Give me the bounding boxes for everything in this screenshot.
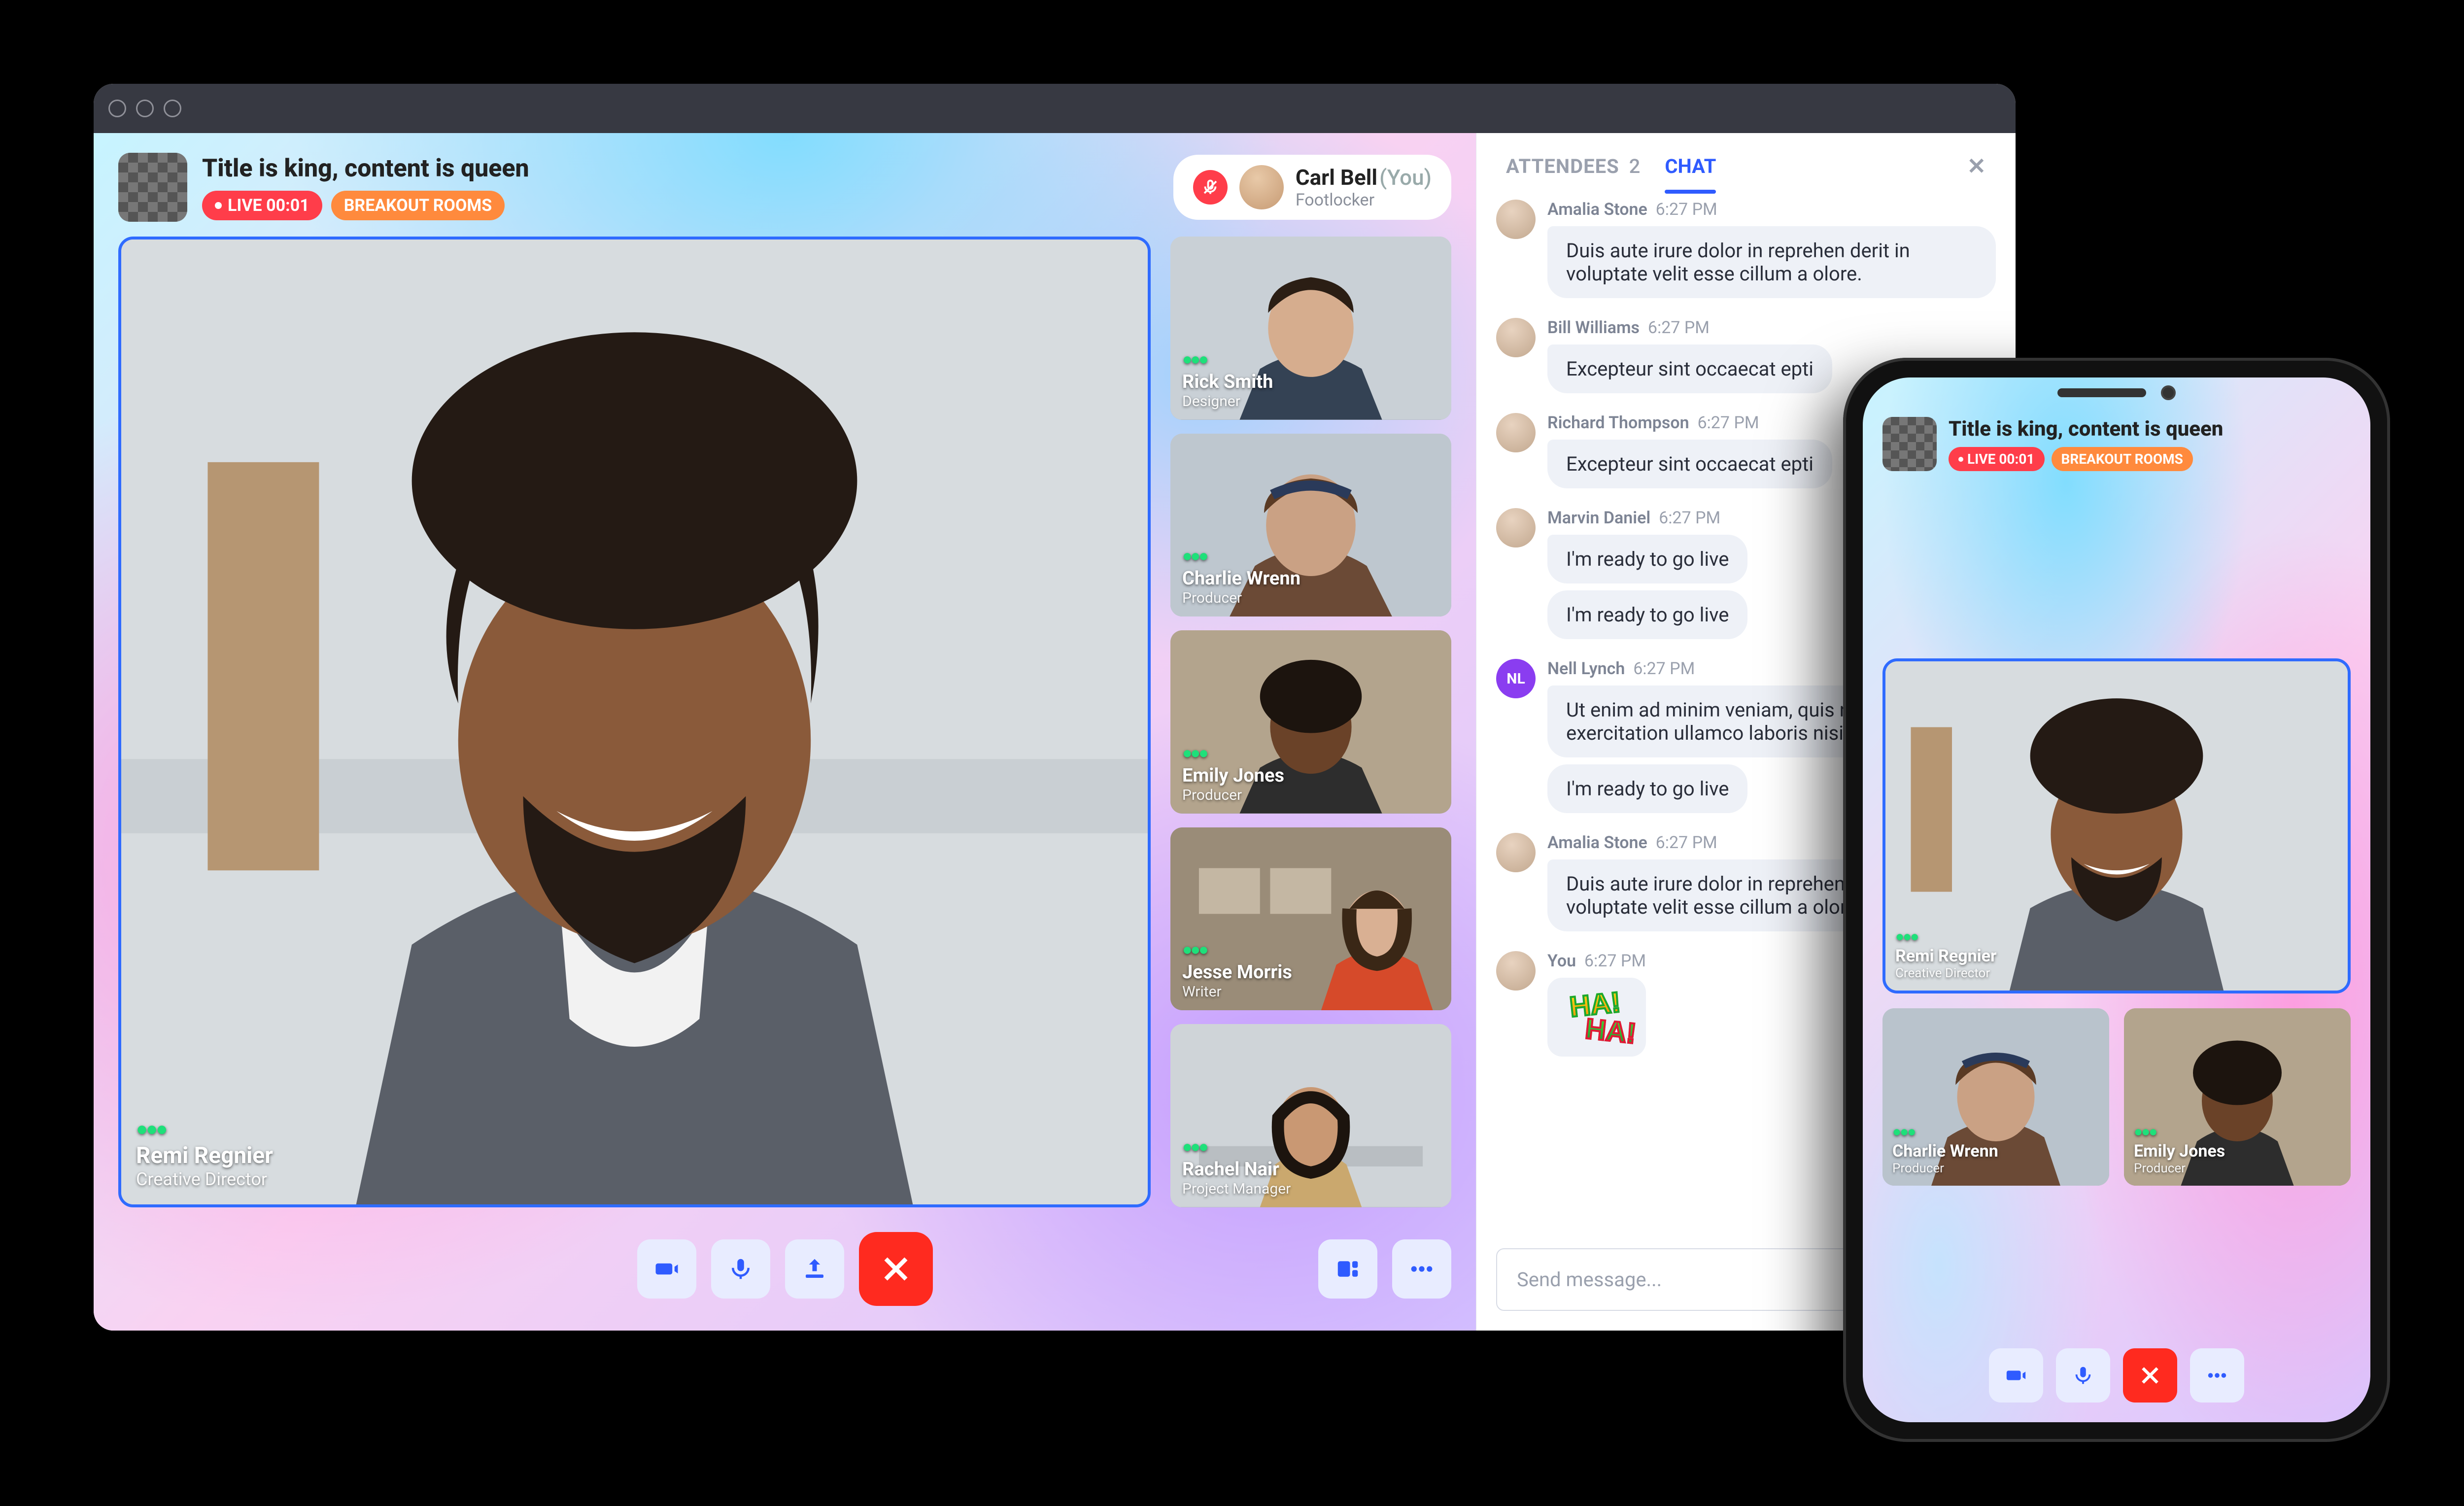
tab-attendees[interactable]: ATTENDEES 2 xyxy=(1506,155,1640,178)
tile-role: Designer xyxy=(1182,393,1273,410)
chat-avatar xyxy=(1496,318,1536,357)
attendee-count: 2 xyxy=(1629,155,1641,178)
chat-author: Amalia Stone xyxy=(1547,200,1647,219)
chat-avatar xyxy=(1496,413,1536,452)
mic-toggle-button[interactable] xyxy=(711,1239,770,1299)
tile-name: Jesse Morris xyxy=(1182,961,1292,983)
chat-bubble: Excepteur sint occaecat epti xyxy=(1547,344,1832,393)
mobile-more-button[interactable] xyxy=(2190,1348,2244,1403)
chat-time: 6:27 PM xyxy=(1697,413,1759,433)
live-dot-icon xyxy=(215,202,222,209)
room-title: Title is king, content is queen xyxy=(202,154,1159,183)
window-close-dot[interactable] xyxy=(108,100,126,117)
video-tile-main[interactable]: ●●● Remi Regnier Creative Director xyxy=(118,237,1151,1207)
more-options-button[interactable] xyxy=(1392,1239,1451,1299)
tab-chat[interactable]: CHAT xyxy=(1665,155,1716,178)
tile-name: Rick Smith xyxy=(1182,371,1273,393)
self-name: Carl Bell xyxy=(1296,165,1377,190)
mobile-room-title: Title is king, content is queen xyxy=(1949,417,2223,441)
mobile-video-tile-main[interactable]: ●●●Remi RegnierCreative Director xyxy=(1882,658,2351,993)
chat-author: Richard Thompson xyxy=(1547,413,1689,433)
chat-avatar xyxy=(1496,200,1536,239)
tile-name: Remi Regnier xyxy=(136,1142,273,1169)
tile-role: Creative Director xyxy=(136,1169,273,1190)
chat-time: 6:27 PM xyxy=(1656,833,1717,853)
window-titlebar xyxy=(94,84,2016,133)
mobile-breakout-badge[interactable]: BREAKOUT ROOMS xyxy=(2052,447,2193,471)
breakout-badge[interactable]: BREAKOUT ROOMS xyxy=(331,191,505,220)
speaking-indicator-icon: ●●● xyxy=(1182,546,1300,566)
tile-role: Producer xyxy=(1182,787,1284,804)
mobile-mic-button[interactable] xyxy=(2056,1348,2110,1403)
self-subtitle: Footlocker xyxy=(1296,190,1432,210)
video-tile[interactable]: ●●●Charlie WrennProducer xyxy=(1170,434,1451,617)
close-sidebar-button[interactable]: ✕ xyxy=(1967,153,1986,180)
speaking-indicator-icon: ●●● xyxy=(1182,349,1273,369)
tile-name: Emily Jones xyxy=(1182,765,1284,787)
speaking-indicator-icon: ●●● xyxy=(1182,743,1284,763)
phone-camera xyxy=(2161,385,2176,400)
live-label: LIVE 00:01 xyxy=(228,196,309,215)
video-tile[interactable]: ●●●Rick SmithDesigner xyxy=(1170,237,1451,420)
phone-speaker xyxy=(2057,388,2146,397)
room-thumbnail xyxy=(118,153,187,222)
chat-time: 6:27 PM xyxy=(1648,318,1710,338)
chat-author: Amalia Stone xyxy=(1547,833,1647,853)
video-tile[interactable]: ●●●Rachel NairProject Manager xyxy=(1170,1024,1451,1207)
chat-bubble: I'm ready to go live xyxy=(1547,535,1747,583)
chat-bubble: I'm ready to go live xyxy=(1547,764,1747,813)
chat-time: 6:27 PM xyxy=(1633,659,1695,679)
chat-author: Nell Lynch xyxy=(1547,659,1625,679)
tile-role: Writer xyxy=(1182,983,1292,1000)
mobile-device: Title is king, content is queen LIVE 00:… xyxy=(1843,358,2390,1442)
window-zoom-dot[interactable] xyxy=(164,100,181,117)
chat-avatar xyxy=(1496,951,1536,991)
mobile-video-tile[interactable]: ●●●Emily JonesProducer xyxy=(2124,1008,2351,1186)
desktop-window: Title is king, content is queen LIVE 00:… xyxy=(94,84,2016,1331)
chat-avatar xyxy=(1496,508,1536,548)
camera-toggle-button[interactable] xyxy=(637,1239,696,1299)
chat-bubble: Duis aute irure dolor in reprehen derit … xyxy=(1547,226,1996,298)
mobile-camera-button[interactable] xyxy=(1989,1348,2043,1403)
mobile-video-tile[interactable]: ●●●Charlie WrennProducer xyxy=(1882,1008,2109,1186)
end-call-button[interactable] xyxy=(859,1232,933,1306)
self-chip[interactable]: Carl Bell (You) Footlocker xyxy=(1173,155,1451,220)
tile-name: Charlie Wrenn xyxy=(1182,568,1300,589)
chat-avatar xyxy=(1496,833,1536,872)
breakout-label: BREAKOUT ROOMS xyxy=(344,196,492,215)
video-tile[interactable]: ●●●Emily JonesProducer xyxy=(1170,630,1451,814)
video-stage: Title is king, content is queen LIVE 00:… xyxy=(94,133,1476,1331)
speaking-indicator-icon: ●●● xyxy=(136,1117,273,1140)
chat-author: You xyxy=(1547,951,1576,971)
tile-role: Project Manager xyxy=(1182,1180,1291,1198)
self-avatar xyxy=(1239,165,1284,209)
mobile-end-call-button[interactable] xyxy=(2123,1348,2177,1403)
window-minimize-dot[interactable] xyxy=(136,100,154,117)
chat-author: Bill Williams xyxy=(1547,318,1640,338)
mic-muted-icon[interactable] xyxy=(1193,170,1228,205)
self-you-suffix: (You) xyxy=(1379,165,1432,190)
chat-time: 6:27 PM xyxy=(1584,951,1646,971)
speaking-indicator-icon: ●●● xyxy=(1182,1137,1291,1157)
live-badge: LIVE 00:01 xyxy=(202,191,322,220)
video-tile[interactable]: ●●● Jesse MorrisWriter xyxy=(1170,827,1451,1011)
speaking-indicator-icon: ●●● xyxy=(1182,940,1292,959)
chat-author: Marvin Daniel xyxy=(1547,508,1650,528)
chat-time: 6:27 PM xyxy=(1659,508,1720,528)
chat-bubble: I'm ready to go live xyxy=(1547,590,1747,639)
chat-avatar: NL xyxy=(1496,659,1536,698)
share-screen-button[interactable] xyxy=(785,1239,844,1299)
mobile-live-badge: LIVE 00:01 xyxy=(1949,447,2045,471)
chat-bubble: Excepteur sint occaecat epti xyxy=(1547,440,1832,488)
mobile-room-thumbnail xyxy=(1882,417,1937,471)
tile-role: Producer xyxy=(1182,589,1300,607)
layout-button[interactable] xyxy=(1318,1239,1377,1299)
tile-name: Rachel Nair xyxy=(1182,1159,1291,1180)
chat-sticker: HA!HA! xyxy=(1547,978,1646,1057)
chat-message: Amalia Stone 6:27 PM Duis aute irure dolo… xyxy=(1496,200,1996,298)
chat-time: 6:27 PM xyxy=(1656,200,1717,219)
